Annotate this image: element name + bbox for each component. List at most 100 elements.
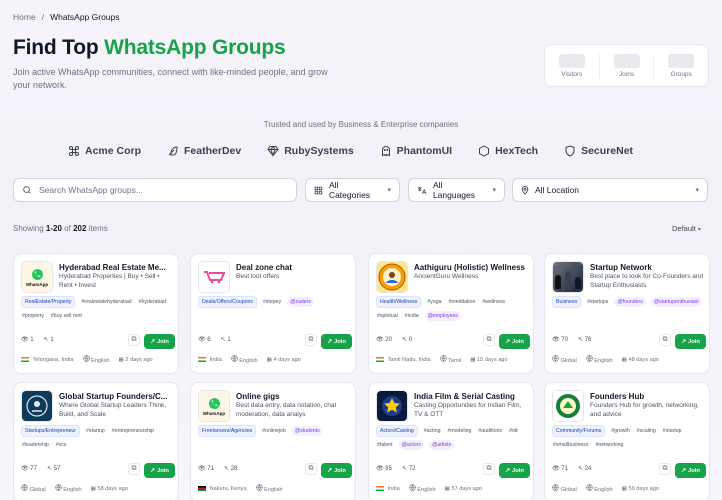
hashtag[interactable]: @artists xyxy=(428,440,455,450)
group-card[interactable]: WhatsApp Online gigs Best data entry, data… xyxy=(190,382,356,500)
join-button[interactable]: ↗ Join xyxy=(144,463,175,478)
hashtag[interactable]: #wellness xyxy=(481,297,506,307)
category-badge[interactable]: Deals/Offers/Coupons xyxy=(198,296,257,308)
hashtag[interactable]: #vcs xyxy=(55,440,68,450)
location-text: Nakuru, Kenya xyxy=(209,485,247,492)
feather-icon xyxy=(168,146,178,156)
join-button[interactable]: ↗ Join xyxy=(321,334,352,349)
hashtag[interactable]: @startupenthusiast xyxy=(650,297,702,307)
hashtag[interactable]: #smallbusiness xyxy=(552,440,589,450)
category-badge[interactable]: Freelancers/Agencies xyxy=(198,425,257,437)
join-button[interactable]: ↗ Join xyxy=(499,463,530,478)
group-card[interactable]: Startup Network Best place to look for Co… xyxy=(544,253,710,374)
hashtag[interactable]: #meditation xyxy=(448,297,477,307)
metric-value: 57 xyxy=(53,466,61,472)
group-title[interactable]: Founders Hub xyxy=(590,392,706,401)
hashtag[interactable]: @students xyxy=(291,426,323,436)
group-tags: Startups/Entrepreneur #startup #entreprene… xyxy=(21,425,175,450)
category-badge[interactable]: Health/Wellness xyxy=(376,296,422,308)
chevron-down-icon: ▾ xyxy=(695,187,699,194)
hashtag[interactable]: #entrepreneurship xyxy=(111,426,155,436)
category-select[interactable]: All Categories ▾ xyxy=(305,178,400,202)
hashtag[interactable]: @actors xyxy=(398,440,424,450)
trusted-logos: Acme Corp FeatherDev RubySystems Phantom… xyxy=(68,145,659,157)
join-button[interactable]: ↗ Join xyxy=(675,334,706,349)
globe-icon xyxy=(82,355,90,362)
copy-icon[interactable]: ⧉ xyxy=(128,463,140,475)
location-select[interactable]: All Location ▾ xyxy=(512,178,708,202)
category-badge[interactable]: Business xyxy=(552,296,582,308)
hashtag[interactable]: @employees xyxy=(424,311,461,321)
hashtag[interactable]: #spiritual xyxy=(376,311,399,321)
hashtag[interactable]: #hyderabad xyxy=(138,297,167,307)
language-select[interactable]: All Languages ▾ xyxy=(408,178,505,202)
hashtag[interactable]: #startup xyxy=(662,426,683,436)
hashtag[interactable]: #buy sell rent xyxy=(50,311,83,321)
hashtag[interactable]: #yoga xyxy=(426,297,442,307)
category-badge[interactable]: Startups/Entrepreneur xyxy=(21,425,81,437)
group-card[interactable]: Aathiguru (Holistic) Wellness AncientGuru… xyxy=(368,253,534,374)
group-title[interactable]: Global Startup Founders/C... xyxy=(59,392,175,401)
stat-value-placeholder xyxy=(613,53,640,68)
copy-icon[interactable]: ⧉ xyxy=(305,463,317,475)
join-button[interactable]: ↗ Join xyxy=(499,334,530,349)
group-card[interactable]: India Film & Serial Casting Casting Oppor… xyxy=(368,382,534,500)
copy-icon[interactable]: ⧉ xyxy=(128,334,140,346)
group-title[interactable]: Hyderabad Real Estate Me... xyxy=(59,263,175,272)
hashtag[interactable]: #acting xyxy=(423,426,442,436)
globe-icon xyxy=(586,355,593,362)
hashtag[interactable]: #startup xyxy=(85,426,106,436)
group-title[interactable]: Online gigs xyxy=(236,392,352,401)
breadcrumb-home[interactable]: Home xyxy=(13,12,36,22)
category-badge[interactable]: RealEstate/Property xyxy=(21,296,76,308)
group-card[interactable]: WhatsApp Hyderabad Real Estate Me... Hyder… xyxy=(13,253,179,374)
join-button[interactable]: ↗ Join xyxy=(321,463,352,478)
hashtag[interactable]: #property xyxy=(21,311,45,321)
group-card[interactable]: Global Startup Founders/C... Where Global… xyxy=(13,382,179,500)
hashtag[interactable]: #scaling xyxy=(636,426,657,436)
hashtag[interactable]: #networking xyxy=(594,440,624,450)
metric-views: 👁 1 xyxy=(21,336,34,343)
group-title[interactable]: Aathiguru (Holistic) Wellness xyxy=(414,263,530,272)
copy-icon[interactable]: ⧉ xyxy=(659,334,671,346)
hashtag[interactable]: @founders xyxy=(614,297,646,307)
sort-select[interactable]: Default ▾ xyxy=(672,224,701,233)
join-button[interactable]: ↗ Join xyxy=(675,463,706,478)
hashtag[interactable]: #modeling xyxy=(446,426,472,436)
group-card[interactable]: Deal zone chat Best loot offers Deals/Offe… xyxy=(190,253,356,374)
group-card[interactable]: Founders Hub Founders Hub for growth, net… xyxy=(544,382,710,500)
copy-icon[interactable]: ⧉ xyxy=(483,463,495,475)
breadcrumb-separator: / xyxy=(41,12,45,22)
hashtag[interactable]: #stepey xyxy=(262,297,282,307)
search-box[interactable] xyxy=(13,178,297,202)
hashtag[interactable]: #onlinejob xyxy=(261,426,287,436)
copy-icon[interactable]: ⧉ xyxy=(483,334,495,346)
join-label: Join xyxy=(687,338,700,345)
join-button[interactable]: ↗ Join xyxy=(144,334,175,349)
eye-icon: 👁 xyxy=(376,337,384,343)
hashtag[interactable]: #india xyxy=(404,311,420,321)
hashtag[interactable]: #growth xyxy=(610,426,630,436)
category-badge[interactable]: Community/Forums xyxy=(552,425,606,437)
external-link-icon: ↗ xyxy=(505,338,510,345)
metric-clicks: ↖ 1 xyxy=(44,336,54,343)
language-text: English xyxy=(91,358,110,364)
hashtag[interactable]: #leadership xyxy=(21,440,50,450)
hashtag[interactable]: #realestatehyderabad xyxy=(80,297,132,307)
hashtag[interactable]: @zaders xyxy=(287,297,314,307)
shield-icon xyxy=(565,145,575,157)
copy-icon[interactable]: ⧉ xyxy=(659,463,671,475)
search-input[interactable] xyxy=(39,185,279,195)
copy-icon[interactable]: ⧉ xyxy=(305,334,317,346)
hashtag[interactable]: #startups xyxy=(586,297,609,307)
language-text: English xyxy=(264,487,283,493)
eye-icon: 👁 xyxy=(552,337,560,343)
hashtag[interactable]: #ott xyxy=(508,426,519,436)
group-title[interactable]: Startup Network xyxy=(590,263,706,272)
hashtag[interactable]: #talent xyxy=(376,440,394,450)
logo-name: PhantomUI xyxy=(396,145,453,157)
group-title[interactable]: India Film & Serial Casting xyxy=(414,392,530,401)
group-title[interactable]: Deal zone chat xyxy=(236,263,352,272)
category-badge[interactable]: Actors/Casting xyxy=(376,425,418,437)
hashtag[interactable]: #auditions xyxy=(477,426,503,436)
